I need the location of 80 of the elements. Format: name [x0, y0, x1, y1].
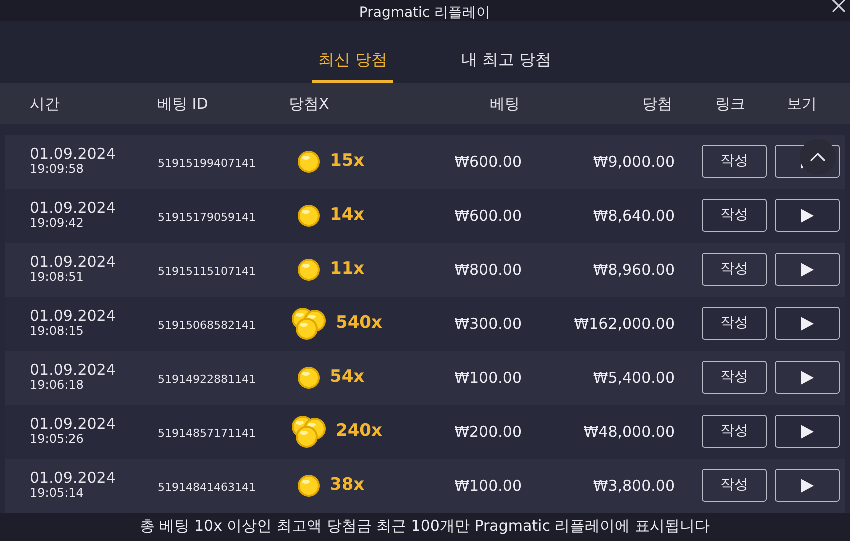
play-icon	[801, 370, 814, 385]
chevron-up-icon	[810, 152, 826, 162]
coin-icon	[296, 202, 322, 229]
bet-amount: ₩100.00	[454, 476, 522, 495]
coin-icon	[296, 364, 322, 391]
coin-pile-icon	[290, 414, 328, 449]
play-button[interactable]	[775, 199, 840, 232]
column-header: 링크	[715, 94, 746, 113]
tab[interactable]: 내 최고 당첨	[455, 21, 558, 84]
time-text: 19:09:58	[30, 162, 85, 177]
multiplier-text: 15x	[330, 150, 365, 174]
multiplier-text: 38x	[330, 474, 365, 498]
play-icon	[801, 208, 814, 223]
bet-id-text: 51914857171141	[158, 426, 256, 440]
date-text: 01.09.2024	[30, 470, 117, 486]
write-link-button[interactable]: 작성	[702, 361, 767, 394]
multiplier-text: 540x	[336, 312, 382, 336]
win-amount: ₩8,960.00	[593, 260, 675, 279]
write-link-button[interactable]: 작성	[702, 199, 767, 232]
bet-id-text: 51915115107141	[158, 264, 256, 278]
column-header: 시간	[30, 94, 60, 113]
column-header: 보기	[787, 94, 818, 113]
bet-id-text: 51914841463141	[158, 480, 256, 494]
win-amount: ₩3,800.00	[593, 476, 675, 495]
date-text: 01.09.2024	[30, 362, 117, 378]
close-icon[interactable]	[832, 0, 846, 12]
win-amount: ₩48,000.00	[584, 422, 675, 441]
date-text: 01.09.2024	[30, 416, 117, 432]
win-amount: ₩162,000.00	[574, 314, 675, 333]
play-icon	[801, 262, 814, 277]
time-text: 19:05:26	[30, 432, 85, 447]
bet-id-text: 51915179059141	[158, 210, 256, 224]
multiplier-text: 240x	[336, 420, 382, 444]
column-header: 베팅 ID	[158, 94, 208, 113]
date-text: 01.09.2024	[30, 200, 117, 216]
play-icon	[801, 478, 814, 493]
coin-icon	[296, 472, 322, 499]
bet-amount: ₩200.00	[454, 422, 522, 441]
multiplier-text: 11x	[330, 258, 365, 282]
bet-id-text: 51915068582141	[158, 318, 256, 332]
bet-amount: ₩800.00	[454, 260, 522, 279]
bet-amount: ₩300.00	[454, 314, 522, 333]
column-header: 당첨	[642, 94, 673, 113]
play-button[interactable]	[775, 253, 840, 286]
win-amount: ₩5,400.00	[593, 368, 675, 387]
coin-icon	[296, 256, 322, 283]
window-title: Pragmatic 리플레이	[359, 5, 491, 22]
win-amount: ₩8,640.00	[593, 206, 675, 225]
coin-pile-icon	[290, 306, 328, 341]
time-text: 19:06:18	[30, 378, 85, 393]
play-button[interactable]	[775, 469, 840, 502]
bet-id-text: 51915199407141	[158, 156, 256, 170]
time-text: 19:09:42	[30, 216, 85, 231]
multiplier-text: 54x	[330, 366, 365, 390]
play-button[interactable]	[775, 307, 840, 340]
bet-amount: ₩600.00	[454, 152, 522, 171]
write-link-button[interactable]: 작성	[702, 469, 767, 502]
column-header: 베팅	[490, 94, 520, 113]
time-text: 19:08:15	[30, 324, 85, 339]
date-text: 01.09.2024	[30, 254, 117, 270]
play-icon	[801, 316, 814, 331]
multiplier-text: 14x	[330, 204, 365, 228]
play-button[interactable]	[775, 415, 840, 448]
date-text: 01.09.2024	[30, 146, 117, 162]
column-header: 당첨X	[289, 94, 330, 113]
write-link-button[interactable]: 작성	[702, 415, 767, 448]
play-icon	[801, 424, 814, 439]
time-text: 19:08:51	[30, 270, 85, 285]
win-amount: ₩9,000.00	[593, 152, 675, 171]
footer-note: 총 베팅 10x 이상인 최고액 당첨금 최근 100개만 Pragmatic 리플레이에 표시됩니다	[140, 516, 710, 537]
time-text: 19:05:14	[30, 486, 85, 501]
bet-id-text: 51914922881141	[158, 372, 256, 386]
play-button[interactable]	[775, 361, 840, 394]
bet-amount: ₩100.00	[454, 368, 522, 387]
date-text: 01.09.2024	[30, 308, 117, 324]
write-link-button[interactable]: 작성	[702, 145, 767, 178]
write-link-button[interactable]: 작성	[702, 307, 767, 340]
bet-amount: ₩600.00	[454, 206, 522, 225]
write-link-button[interactable]: 작성	[702, 253, 767, 286]
coin-icon	[296, 148, 322, 175]
